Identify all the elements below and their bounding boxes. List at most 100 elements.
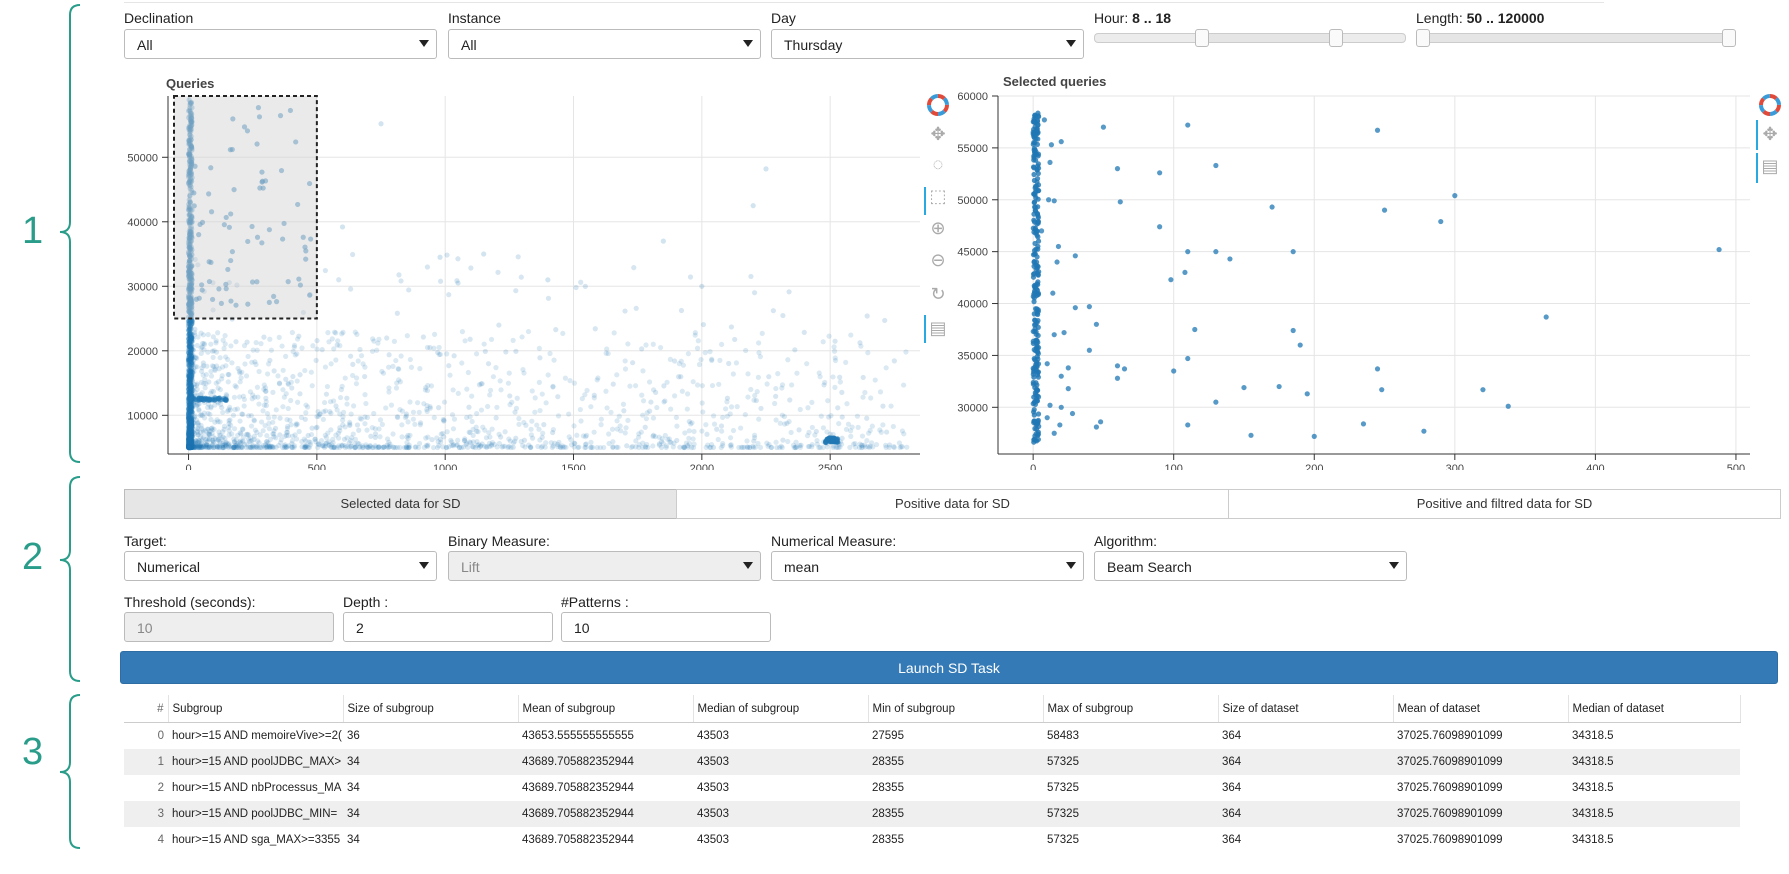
table-cell[interactable]: 27595	[868, 723, 1043, 750]
table-cell[interactable]: 37025.76098901099	[1393, 723, 1568, 750]
table-cell[interactable]: 43689.705882352944	[518, 775, 693, 801]
table-cell[interactable]: 34	[343, 775, 518, 801]
table-cell[interactable]: 364	[1218, 749, 1393, 775]
table-row[interactable]: 1 hour>=15 AND poolJDBC_MAX> 34 43689.70588…	[124, 749, 1740, 775]
table-cell[interactable]: 4	[124, 827, 168, 853]
table-cell[interactable]: 36	[343, 723, 518, 750]
table-cell[interactable]: 2	[124, 775, 168, 801]
table-row[interactable]: 4 hour>=15 AND sga_MAX>=3355 34 43689.70588…	[124, 827, 1740, 853]
column-header[interactable]: Mean of subgroup	[518, 695, 694, 723]
table-cell[interactable]: 34318.5	[1568, 827, 1740, 853]
day-select[interactable]: Thursday	[771, 29, 1084, 59]
table-cell[interactable]: 0	[124, 723, 168, 750]
x-tick-label: 2000	[690, 463, 714, 470]
depth-input[interactable]: 2	[343, 612, 553, 642]
table-cell[interactable]: 28355	[868, 775, 1043, 801]
table-cell[interactable]: 43503	[693, 749, 868, 775]
table-cell[interactable]: 37025.76098901099	[1393, 801, 1568, 827]
instance-select[interactable]: All	[448, 29, 761, 59]
bokeh-logo-icon[interactable]	[1759, 94, 1781, 116]
algorithm-select[interactable]: Beam Search	[1094, 551, 1407, 581]
scatter-point	[473, 351, 480, 357]
table-cell[interactable]: 37025.76098901099	[1393, 827, 1568, 853]
table-cell[interactable]: hour>=15 AND sga_MAX>=3355	[168, 827, 343, 853]
numerical-measure-select[interactable]: mean	[771, 551, 1084, 581]
tab-positive-filtred-data[interactable]: Positive and filtred data for SD	[1228, 489, 1781, 519]
table-cell[interactable]: 57325	[1043, 749, 1218, 775]
table-cell[interactable]: 43503	[693, 775, 868, 801]
table-cell[interactable]: 364	[1218, 827, 1393, 853]
hover-icon[interactable]: ▤	[1759, 155, 1781, 177]
column-header[interactable]: Median of subgroup	[693, 695, 869, 723]
declination-select[interactable]: All	[124, 29, 437, 59]
scatter-point	[238, 375, 244, 381]
brace-section-3	[59, 694, 81, 849]
scatter-point	[264, 433, 270, 439]
column-header[interactable]: Median of dataset	[1568, 695, 1741, 723]
tab-selected-data[interactable]: Selected data for SD	[124, 489, 677, 519]
table-cell[interactable]: 34318.5	[1568, 723, 1740, 750]
length-slider-min-handle[interactable]	[1416, 29, 1430, 47]
table-cell[interactable]: 34	[343, 749, 518, 775]
table-cell[interactable]: 34318.5	[1568, 749, 1740, 775]
queries-scatter-plot[interactable]: 0 500 1000 1500 2000 2500 10000 20000 30000 40000…	[110, 90, 932, 470]
table-row[interactable]: 3 hour>=15 AND poolJDBC_MIN= 34 43689.70588…	[124, 801, 1740, 827]
table-cell[interactable]: 43503	[693, 723, 868, 750]
table-cell[interactable]: 57325	[1043, 775, 1218, 801]
table-row[interactable]: 2 hour>=15 AND nbProcessus_MA 34 43689.7058…	[124, 775, 1740, 801]
selected-queries-scatter-plot[interactable]: 0 100 200 300 400 500 30000 35000 40000 45000 5000…	[940, 90, 1762, 470]
table-cell[interactable]: 43689.705882352944	[518, 801, 693, 827]
threshold-input[interactable]: 10	[124, 612, 334, 642]
column-header[interactable]: Size of subgroup	[343, 695, 519, 723]
pan-icon[interactable]: ✥	[1759, 123, 1781, 145]
scatter-point	[901, 431, 907, 437]
table-cell[interactable]: 34318.5	[1568, 801, 1740, 827]
declination-label: Declination	[124, 10, 194, 26]
launch-sd-task-button[interactable]: Launch SD Task	[120, 651, 1778, 684]
box-selection-overlay[interactable]	[173, 95, 318, 320]
table-cell[interactable]: 28355	[868, 827, 1043, 853]
table-cell[interactable]: 28355	[868, 749, 1043, 775]
column-header[interactable]: Subgroup	[168, 695, 344, 723]
table-cell[interactable]: 3	[124, 801, 168, 827]
column-header[interactable]: Size of dataset	[1218, 695, 1394, 723]
tab-positive-data[interactable]: Positive data for SD	[676, 489, 1229, 519]
table-cell[interactable]: 364	[1218, 801, 1393, 827]
table-row[interactable]: 0 hour>=15 AND memoireVive>=2(36 43653.555…	[124, 723, 1740, 750]
column-header[interactable]: #	[124, 695, 169, 723]
table-cell[interactable]: 37025.76098901099	[1393, 749, 1568, 775]
length-slider-max-handle[interactable]	[1722, 29, 1736, 47]
patterns-input[interactable]: 10	[561, 612, 771, 642]
table-cell[interactable]: 34	[343, 827, 518, 853]
table-cell[interactable]: 28355	[868, 801, 1043, 827]
binary-measure-select[interactable]: Lift	[448, 551, 761, 581]
column-header[interactable]: Mean of dataset	[1393, 695, 1569, 723]
column-header[interactable]: Max of subgroup	[1043, 695, 1219, 723]
table-cell[interactable]: 37025.76098901099	[1393, 775, 1568, 801]
table-cell[interactable]: 1	[124, 749, 168, 775]
table-cell[interactable]: hour>=15 AND poolJDBC_MIN=	[168, 801, 343, 827]
hour-slider-max-handle[interactable]	[1329, 29, 1343, 47]
scatter-point	[604, 405, 610, 411]
column-header[interactable]: Min of subgroup	[868, 695, 1044, 723]
table-cell[interactable]: 34	[343, 801, 518, 827]
table-cell[interactable]: hour>=15 AND poolJDBC_MAX>	[168, 749, 343, 775]
hour-slider-min-handle[interactable]	[1195, 29, 1209, 47]
table-cell[interactable]: 43503	[693, 801, 868, 827]
table-cell[interactable]: hour>=15 AND memoireVive>=2(	[168, 723, 343, 750]
scatter-point	[710, 444, 717, 451]
table-cell[interactable]: 34318.5	[1568, 775, 1740, 801]
table-cell[interactable]: 57325	[1043, 827, 1218, 853]
scatter-point	[455, 280, 461, 286]
table-cell[interactable]: 364	[1218, 723, 1393, 750]
table-cell[interactable]: 43653.555555555555	[518, 723, 693, 750]
table-cell[interactable]: 58483	[1043, 723, 1218, 750]
table-cell[interactable]: 43689.705882352944	[518, 827, 693, 853]
target-select[interactable]: Numerical	[124, 551, 437, 581]
table-cell[interactable]: 57325	[1043, 801, 1218, 827]
table-cell[interactable]: hour>=15 AND nbProcessus_MA	[168, 775, 343, 801]
table-cell[interactable]: 43503	[693, 827, 868, 853]
table-cell[interactable]: 43689.705882352944	[518, 749, 693, 775]
table-cell[interactable]: 364	[1218, 775, 1393, 801]
scatter-point	[1248, 432, 1254, 438]
